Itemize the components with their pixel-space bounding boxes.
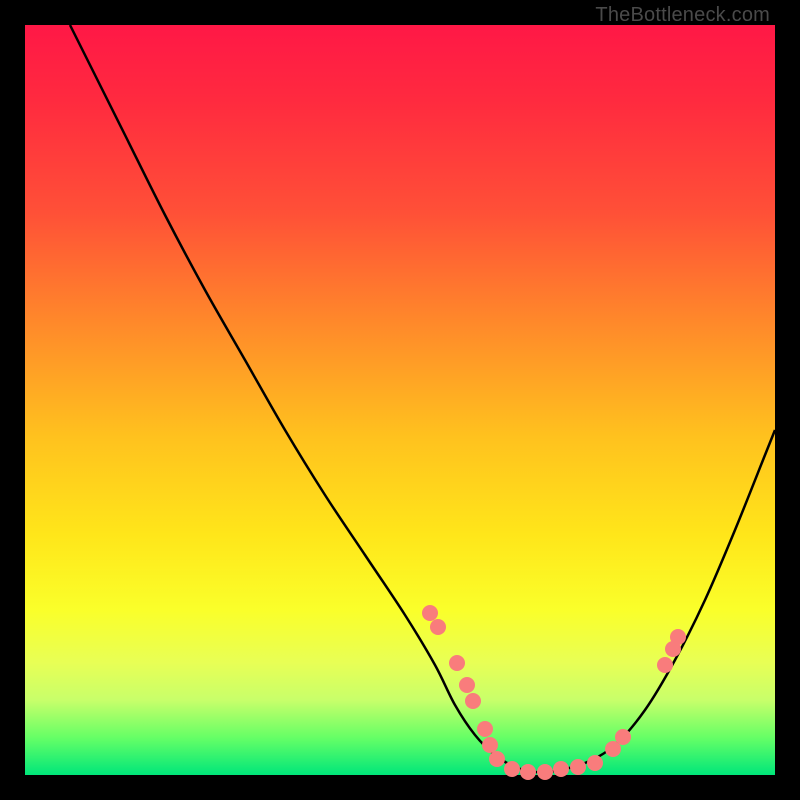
data-marker [670,629,686,645]
attribution-text: TheBottleneck.com [595,4,770,27]
chart-frame: TheBottleneck.com [0,0,800,800]
data-marker [553,761,569,777]
data-marker [504,761,520,777]
data-marker [489,751,505,767]
curve-svg [25,25,775,775]
data-marker [459,677,475,693]
data-marker [587,755,603,771]
data-marker [570,759,586,775]
data-marker [477,721,493,737]
data-marker [449,655,465,671]
data-marker [430,619,446,635]
data-marker [537,764,553,780]
data-markers [422,605,686,780]
data-marker [657,657,673,673]
data-marker [465,693,481,709]
data-marker [520,764,536,780]
data-marker [422,605,438,621]
data-marker [482,737,498,753]
data-marker [615,729,631,745]
